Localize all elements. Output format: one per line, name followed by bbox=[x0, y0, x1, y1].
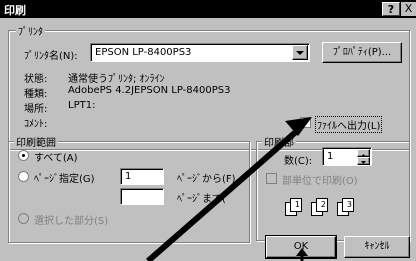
arrow-to-ok-icon bbox=[296, 248, 308, 261]
annotation-arrows bbox=[146, 117, 312, 261]
arrow-to-file-icon bbox=[146, 117, 312, 261]
